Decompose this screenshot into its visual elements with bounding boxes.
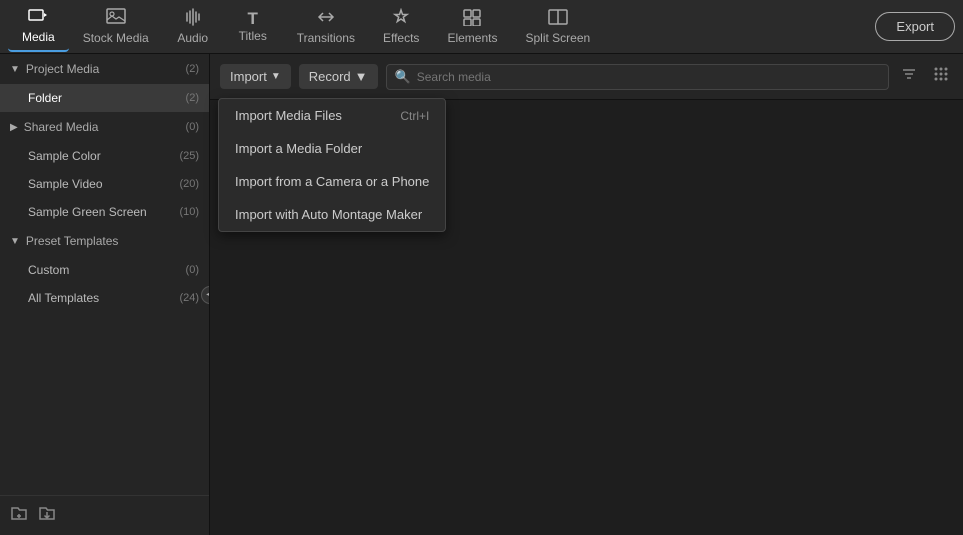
sample-video-label: Sample Video	[28, 177, 175, 191]
nav-item-stock-media[interactable]: Stock Media	[69, 2, 163, 51]
sample-video-count: (20)	[179, 178, 199, 190]
sidebar-section-header-preset-templates[interactable]: ▼ Preset Templates	[0, 226, 209, 256]
import-auto-montage-label: Import with Auto Montage Maker	[235, 207, 422, 222]
sample-color-count: (25)	[179, 150, 199, 162]
grid-view-icon[interactable]	[929, 62, 953, 91]
sample-green-screen-label: Sample Green Screen	[28, 205, 175, 219]
titles-icon: T	[248, 10, 258, 27]
nav-label-stock-media: Stock Media	[83, 31, 149, 45]
sidebar-item-sample-video[interactable]: Sample Video (20)	[0, 170, 209, 198]
custom-count: (0)	[186, 264, 199, 276]
import-dropdown-menu: Import Media Files Ctrl+I Import a Media…	[218, 98, 446, 232]
nav-label-elements: Elements	[447, 31, 497, 45]
nav-label-audio: Audio	[177, 31, 208, 45]
all-templates-label: All Templates	[28, 291, 175, 305]
nav-item-elements[interactable]: Elements	[433, 2, 511, 51]
nav-label-transitions: Transitions	[297, 31, 355, 45]
arrow-project-media: ▼	[10, 64, 20, 75]
dropdown-item-import-auto-montage[interactable]: Import with Auto Montage Maker	[219, 198, 445, 231]
import-label: Import	[230, 69, 267, 84]
sample-color-label: Sample Color	[28, 149, 175, 163]
record-label: Record	[309, 69, 351, 84]
sidebar-item-all-templates[interactable]: All Templates (24)	[0, 284, 209, 312]
preset-templates-label: Preset Templates	[26, 234, 199, 248]
record-chevron-icon: ▼	[355, 69, 368, 84]
effects-icon	[391, 8, 411, 29]
sidebar-item-sample-color[interactable]: Sample Color (25)	[0, 142, 209, 170]
sidebar-section-shared-media: ▶ Shared Media (0) Sample Color (25) Sam…	[0, 112, 209, 226]
record-button[interactable]: Record ▼	[299, 64, 378, 89]
sidebar: ▼ Project Media (2) Folder (2) ▶ Shared …	[0, 54, 210, 535]
main-layout: ▼ Project Media (2) Folder (2) ▶ Shared …	[0, 54, 963, 535]
search-bar: 🔍	[386, 64, 889, 90]
import-camera-label: Import from a Camera or a Phone	[235, 174, 429, 189]
toolbar: Import ▼ Record ▼ 🔍	[210, 54, 963, 100]
shared-media-label: Shared Media	[24, 120, 182, 134]
dropdown-item-import-camera[interactable]: Import from a Camera or a Phone	[219, 165, 445, 198]
import-chevron-icon: ▼	[271, 71, 281, 82]
elements-icon	[462, 8, 482, 29]
shared-media-count: (0)	[186, 121, 199, 133]
nav-label-titles: Titles	[239, 29, 267, 43]
content-area: Import ▼ Record ▼ 🔍	[210, 54, 963, 535]
import-media-files-shortcut: Ctrl+I	[400, 109, 429, 123]
media-icon	[28, 7, 48, 28]
import-media-folder-label: Import a Media Folder	[235, 141, 362, 156]
sidebar-bottom-icons	[0, 495, 209, 535]
import-button[interactable]: Import ▼	[220, 64, 291, 89]
dropdown-item-import-media-folder[interactable]: Import a Media Folder	[219, 132, 445, 165]
nav-item-transitions[interactable]: Transitions	[283, 2, 369, 51]
nav-item-titles[interactable]: T Titles	[223, 4, 283, 49]
custom-label: Custom	[28, 263, 182, 277]
folder-label: Folder	[28, 91, 182, 105]
sidebar-item-folder[interactable]: Folder (2)	[0, 84, 209, 112]
dropdown-item-import-media-files[interactable]: Import Media Files Ctrl+I	[219, 99, 445, 132]
stock-media-icon	[106, 8, 126, 29]
import-media-files-label: Import Media Files	[235, 108, 342, 123]
sample-green-screen-count: (10)	[179, 206, 199, 218]
nav-label-effects: Effects	[383, 31, 419, 45]
project-media-count: (2)	[186, 63, 199, 75]
search-input[interactable]	[417, 70, 880, 84]
nav-item-split-screen[interactable]: Split Screen	[511, 2, 604, 51]
sidebar-section-preset-templates: ▼ Preset Templates Custom (0) All Templa…	[0, 226, 209, 312]
nav-item-audio[interactable]: Audio	[163, 2, 223, 51]
sidebar-section-project-media: ▼ Project Media (2) Folder (2)	[0, 54, 209, 112]
split-screen-icon	[548, 8, 568, 29]
folder-count: (2)	[186, 92, 199, 104]
all-templates-count: (24)	[179, 292, 199, 304]
export-button[interactable]: Export	[875, 12, 955, 41]
nav-item-media[interactable]: Media	[8, 1, 69, 52]
arrow-shared-media: ▶	[10, 122, 18, 133]
nav-label-split-screen: Split Screen	[525, 31, 590, 45]
transitions-icon	[316, 8, 336, 29]
sidebar-item-custom[interactable]: Custom (0)	[0, 256, 209, 284]
new-folder-icon[interactable]	[10, 504, 28, 527]
top-nav: Media Stock Media Audio T Titles Transi	[0, 0, 963, 54]
nav-label-media: Media	[22, 30, 55, 44]
arrow-preset-templates: ▼	[10, 236, 20, 247]
import-folder-icon[interactable]	[38, 504, 56, 527]
audio-icon	[184, 8, 202, 29]
sidebar-section-header-project-media[interactable]: ▼ Project Media (2)	[0, 54, 209, 84]
nav-item-effects[interactable]: Effects	[369, 2, 433, 51]
search-icon: 🔍	[395, 69, 411, 85]
sidebar-item-sample-green-screen[interactable]: Sample Green Screen (10)	[0, 198, 209, 226]
filter-icon[interactable]	[897, 62, 921, 91]
project-media-label: Project Media	[26, 62, 182, 76]
sidebar-section-header-shared-media[interactable]: ▶ Shared Media (0)	[0, 112, 209, 142]
